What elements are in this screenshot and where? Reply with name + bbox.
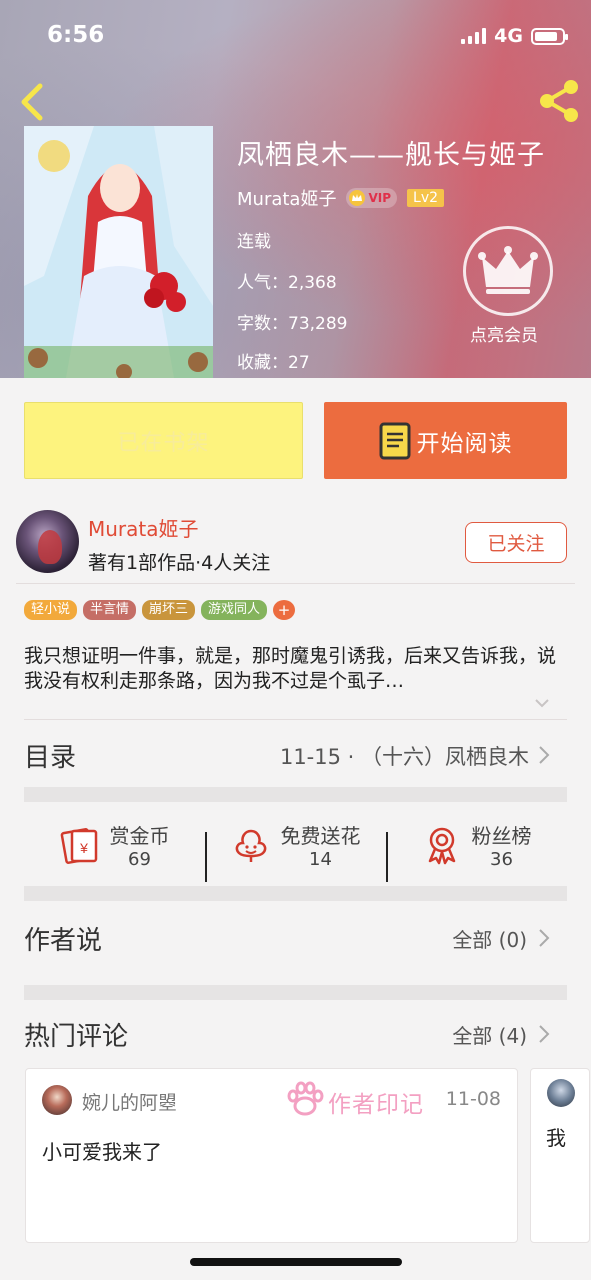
comment-date: 11-08 xyxy=(445,1088,501,1110)
comment-card[interactable]: 我 xyxy=(530,1068,590,1243)
toc-latest-chapter[interactable]: 11-15 · （十六）凤栖良木 xyxy=(280,741,529,771)
book-favorites: 收藏：27 xyxy=(237,353,310,373)
author-mark-badge: 作者印记 xyxy=(328,1092,424,1118)
reward-coins-value: 69 xyxy=(128,849,151,870)
medal-icon xyxy=(428,827,455,865)
book-word-count: 字数：73,289 xyxy=(237,314,348,334)
level-badge: Lv2 xyxy=(407,189,445,207)
back-icon[interactable] xyxy=(14,80,50,124)
book-title: 凤栖良木——舰长与姬子 xyxy=(237,140,545,171)
reward-coins-button[interactable]: ¥ 赏金币 69 xyxy=(24,820,205,870)
book-popularity: 人气：2,368 xyxy=(237,273,337,293)
cover-illustration xyxy=(24,126,213,378)
more-tags-button[interactable]: + xyxy=(273,600,296,620)
fan-ranking-button[interactable]: 粉丝榜 36 xyxy=(386,820,567,882)
divider xyxy=(16,583,575,584)
hot-comments-all[interactable]: 全部 (4) xyxy=(452,1020,527,1049)
tag-list: 轻小说 半言情 崩坏三 游戏同人 + xyxy=(24,600,296,620)
crown-icon xyxy=(349,190,366,206)
reward-coins-label: 赏金币 xyxy=(109,824,170,848)
svg-text:¥: ¥ xyxy=(79,840,88,856)
comment-text[interactable]: 小可爱我来了 xyxy=(42,1136,162,1165)
signal-icon xyxy=(461,28,487,44)
status-time: 6:56 xyxy=(47,22,105,48)
author-says-all[interactable]: 全部 (0) xyxy=(452,924,527,953)
book-header: 6:56 4G 凤栖良木——舰长与姬子 Murata姬子 VIP Lv2 连载 … xyxy=(0,0,591,378)
author-says-label[interactable]: 作者说 xyxy=(24,920,102,957)
start-reading-label: 开始阅读 xyxy=(416,430,513,457)
hot-comments-label[interactable]: 热门评论 xyxy=(24,1016,128,1053)
battery-icon xyxy=(531,27,568,45)
red-envelope-icon: ¥ xyxy=(60,828,97,864)
send-flower-button[interactable]: 免费送花 14 xyxy=(205,820,386,882)
book-status: 连载 xyxy=(237,232,271,252)
send-flower-value: 14 xyxy=(309,849,332,870)
author-avatar[interactable] xyxy=(16,510,79,573)
tag-light-novel[interactable]: 轻小说 xyxy=(24,600,78,620)
send-flower-label: 免费送花 xyxy=(280,824,361,848)
commenter-avatar[interactable] xyxy=(42,1085,72,1115)
book-description[interactable]: 我只想证明一件事，就是，那时魔鬼引诱我，后来又告诉我，说我没有权利走那条路，因为… xyxy=(24,644,569,694)
toc-label[interactable]: 目录 xyxy=(24,737,76,774)
member-crown-icon xyxy=(478,246,538,294)
fan-ranking-label: 粉丝榜 xyxy=(471,824,532,848)
paw-icon xyxy=(287,1081,324,1116)
following-button[interactable]: 已关注 xyxy=(465,522,567,563)
flower-icon xyxy=(235,829,266,862)
home-indicator[interactable] xyxy=(190,1258,402,1266)
network-label: 4G xyxy=(494,25,523,47)
comment-card[interactable]: 婉儿的阿曌 作者印记 11-08 小可爱我来了 xyxy=(25,1068,518,1243)
author-name[interactable]: Murata姬子 xyxy=(88,513,199,542)
comment-text[interactable]: 我 xyxy=(546,1122,566,1151)
tag-game-fanfic[interactable]: 游戏同人 xyxy=(201,600,268,620)
book-author[interactable]: Murata姬子 xyxy=(237,185,336,211)
section-separator xyxy=(24,787,567,802)
commenter-name[interactable]: 婉儿的阿曌 xyxy=(82,1088,177,1115)
section-separator xyxy=(24,985,567,1000)
expand-chevron-icon[interactable] xyxy=(534,697,550,709)
vip-badge: VIP xyxy=(346,188,398,208)
tag-romance[interactable]: 半言情 xyxy=(83,600,137,620)
chevron-right-icon[interactable] xyxy=(538,745,550,765)
member-label[interactable]: 点亮会员 xyxy=(470,321,538,346)
section-separator xyxy=(24,886,567,901)
author-stats: 著有1部作品·4人关注 xyxy=(88,552,271,574)
fan-ranking-value: 36 xyxy=(490,849,513,870)
book-author-row: Murata姬子 VIP Lv2 xyxy=(237,185,445,211)
commenter-avatar[interactable] xyxy=(547,1079,575,1107)
status-icons: 4G xyxy=(461,25,568,47)
share-icon[interactable] xyxy=(537,78,581,124)
start-reading-button[interactable]: 开始阅读 xyxy=(324,402,567,479)
support-stats: ¥ 赏金币 69 免费送花 14 粉丝榜 36 xyxy=(24,804,567,886)
book-cover[interactable] xyxy=(24,126,213,378)
on-shelf-button[interactable]: 已在书架 xyxy=(24,402,303,479)
chevron-right-icon[interactable] xyxy=(538,1024,550,1044)
member-button[interactable] xyxy=(463,226,553,316)
divider xyxy=(24,719,567,720)
book-icon xyxy=(379,422,410,459)
tag-honkai[interactable]: 崩坏三 xyxy=(142,600,196,620)
chevron-right-icon[interactable] xyxy=(538,928,550,948)
